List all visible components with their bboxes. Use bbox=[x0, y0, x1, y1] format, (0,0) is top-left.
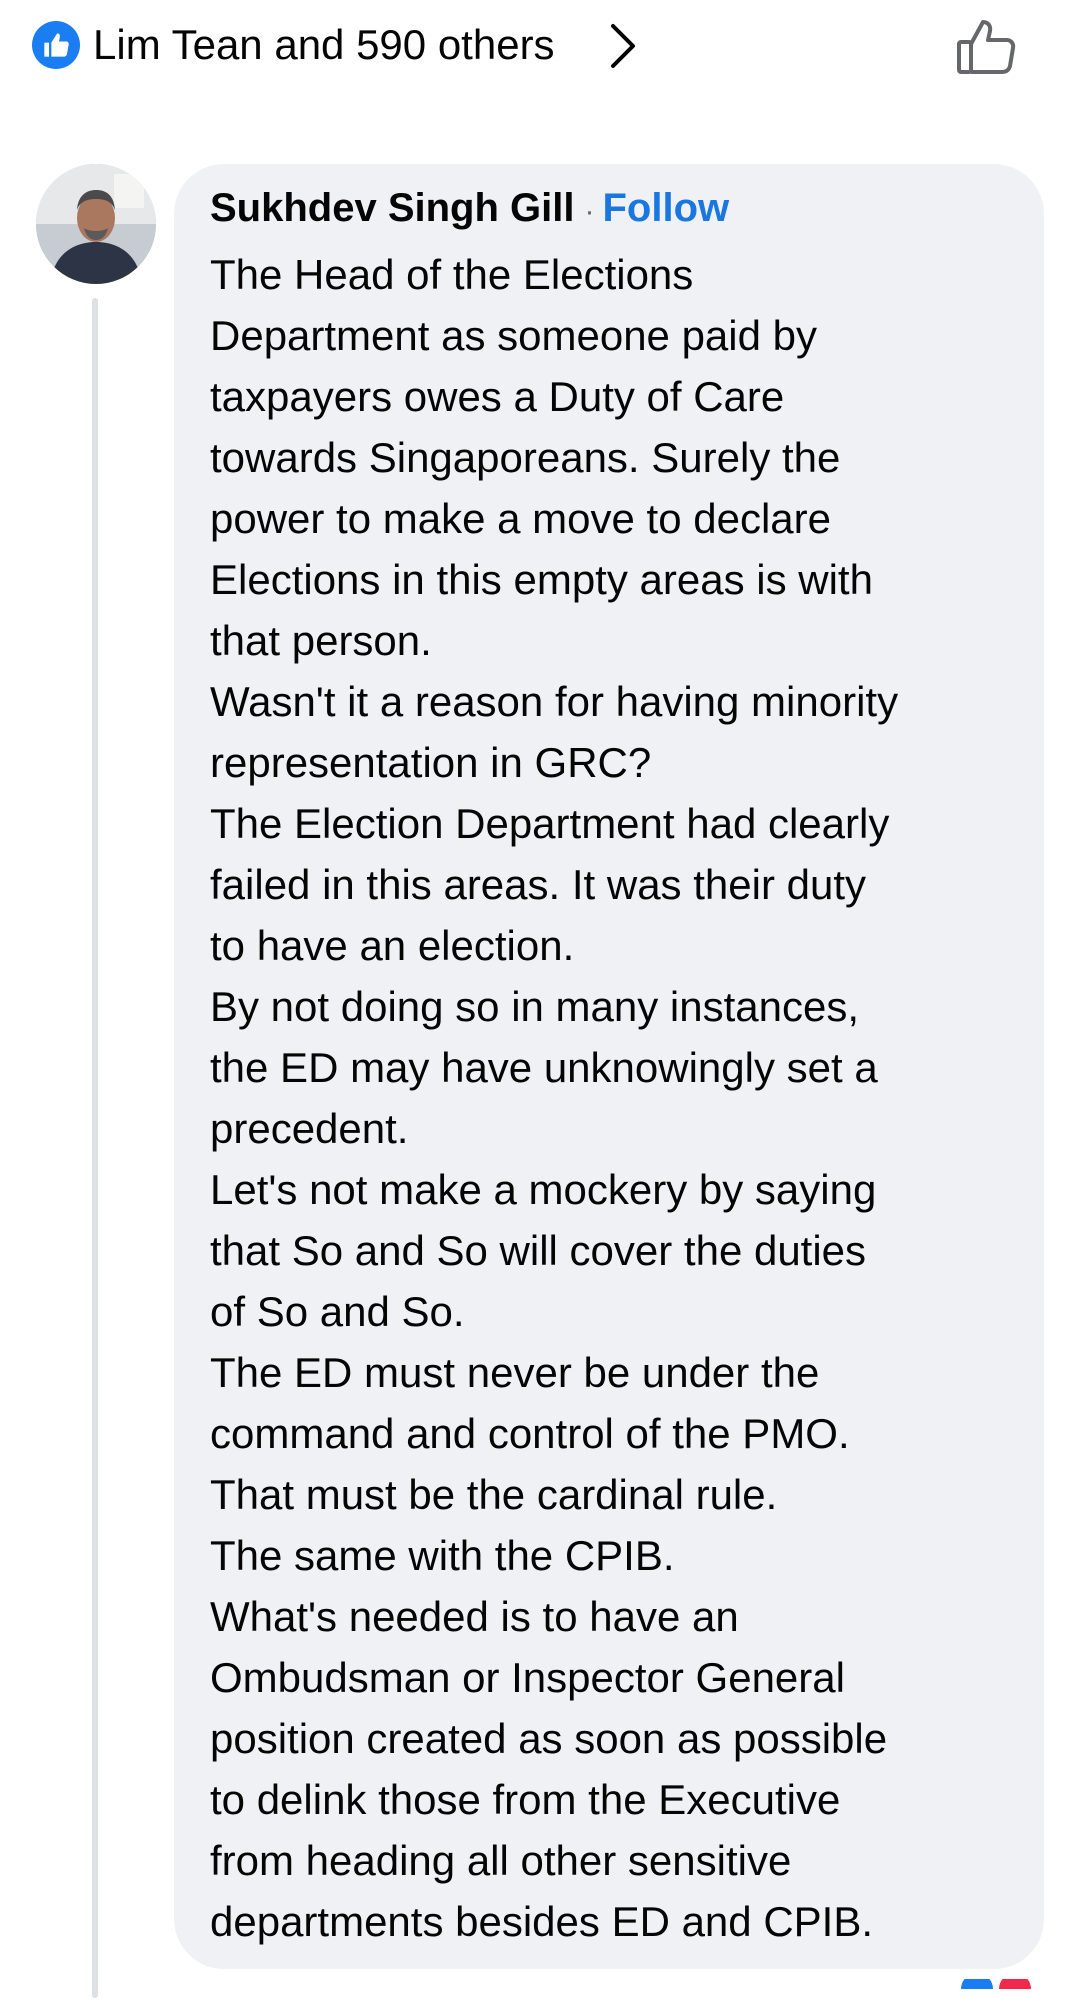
comment-line: power to make a move to declare bbox=[210, 495, 831, 542]
comment-line: that person. bbox=[210, 617, 432, 664]
comment-line: representation in GRC? bbox=[210, 739, 652, 786]
follow-button[interactable]: Follow bbox=[603, 186, 730, 231]
comment-line: Wasn't it a reason for having minority bbox=[210, 678, 899, 725]
comment-line: Elections in this empty areas is with bbox=[210, 556, 873, 603]
reactions-summary[interactable]: Lim Tean and 590 others bbox=[93, 18, 555, 72]
author-name[interactable]: Sukhdev Singh Gill bbox=[210, 186, 575, 231]
comment-line: that So and So will cover the duties bbox=[210, 1227, 867, 1274]
comment-line: By not doing so in many instances, bbox=[210, 983, 860, 1030]
comment-line: Ombudsman or Inspector General bbox=[210, 1654, 845, 1701]
comment-line: departments besides ED and CPIB. bbox=[210, 1898, 874, 1945]
avatar[interactable] bbox=[36, 164, 156, 284]
comment-line: to have an election. bbox=[210, 922, 575, 969]
chevron-right-icon[interactable] bbox=[605, 22, 641, 70]
thumbs-up-outline-icon[interactable] bbox=[955, 14, 1019, 78]
comment-line: Let's not make a mockery by saying bbox=[210, 1166, 877, 1213]
comment-line: of So and So. bbox=[210, 1288, 465, 1335]
comment-line: towards Singaporeans. Surely the bbox=[210, 434, 841, 481]
comment-line: precedent. bbox=[210, 1105, 409, 1152]
comment-line: position created as soon as possible bbox=[210, 1715, 888, 1762]
separator-dot: · bbox=[584, 195, 595, 228]
comment-text: The Head of the Elections Department as … bbox=[210, 244, 1010, 1952]
comment-line: That must be the cardinal rule. bbox=[210, 1471, 778, 1518]
comment-line: Department as someone paid by bbox=[210, 312, 818, 359]
comment-line: command and control of the PMO. bbox=[210, 1410, 850, 1457]
reactions-bar[interactable]: Lim Tean and 590 others bbox=[0, 0, 1074, 95]
comment-line: The Election Department had clearly bbox=[210, 800, 890, 847]
comment-line: The same with the CPIB. bbox=[210, 1532, 675, 1579]
comment-header: Sukhdev Singh Gill · Follow bbox=[210, 186, 729, 240]
comment-line: The Head of the Elections bbox=[210, 251, 694, 298]
comment-line: failed in this areas. It was their duty bbox=[210, 861, 866, 908]
reaction-badges-partial bbox=[955, 1973, 1035, 1989]
like-thumb-icon bbox=[32, 21, 80, 69]
comment-line: The ED must never be under the bbox=[210, 1349, 820, 1396]
comment-line: the ED may have unknowingly set a bbox=[210, 1044, 878, 1091]
comment-line: What's needed is to have an bbox=[210, 1593, 739, 1640]
comment-line: from heading all other sensitive bbox=[210, 1837, 792, 1884]
thread-line bbox=[92, 298, 98, 1998]
comment-line: taxpayers owes a Duty of Care bbox=[210, 373, 785, 420]
comment-line: to delink those from the Executive bbox=[210, 1776, 841, 1823]
